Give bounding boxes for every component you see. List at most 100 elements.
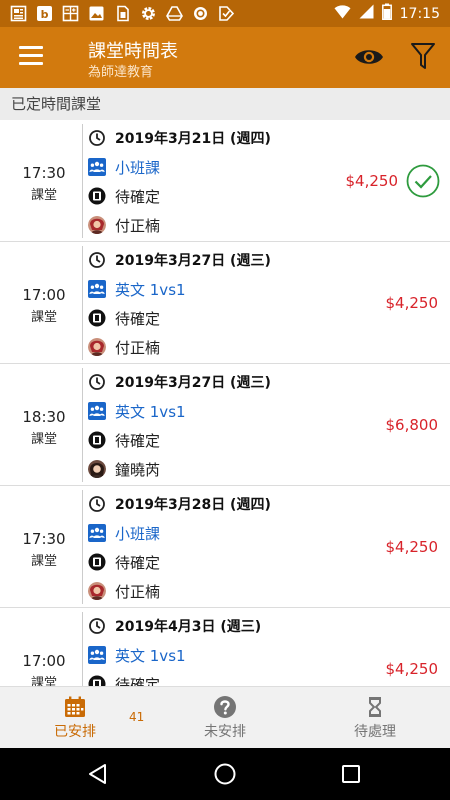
session-row[interactable]: 17:00 課堂 2019年3月27日 (週三) 英文 1vs1 待確定 付正楠… [0, 242, 450, 364]
sim-icon [114, 5, 131, 22]
session-list[interactable]: 17:30 課堂 2019年3月21日 (週四) 小班課 待確定 付正楠 $4,… [0, 120, 450, 686]
circle-icon [192, 5, 209, 22]
page-subtitle: 為師達教育 [88, 65, 154, 80]
pending-icon [88, 187, 106, 205]
session-row[interactable]: 17:30 課堂 2019年3月21日 (週四) 小班課 待確定 付正楠 $4,… [0, 120, 450, 242]
hourglass-icon [363, 695, 387, 719]
avatar [88, 338, 106, 356]
divider [82, 490, 83, 604]
pending-icon [88, 675, 106, 686]
divider [82, 612, 83, 686]
session-status: 待確定 [115, 187, 161, 206]
course-name[interactable]: 小班課 [115, 523, 160, 544]
session-kind: 課堂 [30, 188, 57, 203]
page-title: 課堂時間表 [88, 41, 178, 62]
clock-time: 17:15 [399, 5, 440, 22]
session-row[interactable]: 18:30 課堂 2019年3月27日 (週三) 英文 1vs1 待確定 鐘曉芮… [0, 364, 450, 486]
session-date: 2019年3月21日 (週四) [115, 131, 271, 147]
news-icon [10, 5, 27, 22]
class-group-icon [88, 524, 106, 542]
session-kind: 課堂 [30, 310, 57, 325]
clock-icon [88, 617, 106, 635]
battery-icon [381, 3, 392, 24]
session-row[interactable]: 17:30 課堂 2019年3月28日 (週四) 小班課 待確定 付正楠 $4,… [0, 486, 450, 608]
course-name[interactable]: 英文 1vs1 [115, 401, 186, 422]
session-date: 2019年3月27日 (週三) [115, 253, 271, 269]
confirmed-check-icon[interactable] [406, 164, 440, 198]
calendar-icon [63, 695, 87, 719]
pending-icon [88, 431, 106, 449]
home-button[interactable] [213, 762, 237, 790]
back-button[interactable] [87, 763, 109, 789]
clock-icon [88, 373, 106, 391]
pending-icon [88, 553, 106, 571]
session-price: $4,250 [345, 172, 399, 190]
recents-button[interactable] [341, 764, 361, 788]
help-icon [213, 695, 237, 719]
system-nav-bar [0, 748, 450, 800]
menu-button[interactable] [19, 46, 43, 68]
class-group-icon [88, 402, 106, 420]
count-badge: 41 [129, 710, 145, 724]
eye-icon [355, 50, 383, 64]
session-status: 待確定 [115, 553, 161, 572]
teacher-name: 付正楠 [115, 338, 161, 357]
session-date: 2019年3月28日 (週四) [115, 497, 271, 513]
b-box-icon: b [36, 5, 53, 22]
teacher-name: 鐘曉芮 [115, 460, 161, 479]
tab-label: 待處理 [354, 724, 396, 740]
wifi-icon [334, 4, 351, 23]
clock-icon [88, 129, 106, 147]
session-price: $4,250 [385, 660, 439, 678]
calculator-icon [62, 5, 79, 22]
session-time: 17:30 [22, 164, 66, 182]
status-bar: b 17:15 [0, 0, 450, 27]
avatar [88, 216, 106, 234]
avatar [88, 582, 106, 600]
session-time: 17:00 [22, 652, 66, 670]
notification-icons: b [0, 5, 235, 22]
session-status: 待確定 [115, 675, 161, 687]
svg-text:b: b [41, 8, 49, 21]
teacher-name: 付正楠 [115, 582, 161, 601]
divider [82, 368, 83, 482]
avatar [88, 460, 106, 478]
bottom-nav: 已安排 41 未安排 待處理 [0, 686, 450, 748]
session-price: $6,800 [385, 416, 439, 434]
check-badge-icon [218, 5, 235, 22]
session-kind: 課堂 [30, 554, 57, 569]
divider [82, 246, 83, 360]
clock-icon [88, 251, 106, 269]
session-time: 18:30 [22, 408, 66, 426]
course-name[interactable]: 英文 1vs1 [115, 279, 186, 300]
divider [82, 124, 83, 238]
filter-icon [411, 43, 435, 69]
session-time: 17:00 [22, 286, 66, 304]
settings-icon [140, 5, 157, 22]
session-kind: 課堂 [30, 432, 57, 447]
session-date: 2019年4月3日 (週三) [115, 619, 262, 635]
recents-icon [342, 765, 360, 783]
session-date: 2019年3月27日 (週三) [115, 375, 271, 391]
clock-icon [88, 495, 106, 513]
back-icon [89, 764, 106, 784]
signal-icon [359, 4, 374, 23]
class-group-icon [88, 158, 106, 176]
tab-unscheduled[interactable]: 未安排 [150, 687, 300, 749]
tab-label: 已安排 [54, 724, 96, 740]
course-name[interactable]: 小班課 [115, 157, 160, 178]
image-icon [88, 5, 105, 22]
teacher-name: 付正楠 [115, 216, 161, 235]
tab-label: 未安排 [204, 724, 246, 740]
app-bar: 課堂時間表 為師達教育 [0, 27, 450, 88]
filter-button[interactable] [410, 41, 436, 71]
tab-scheduled[interactable]: 已安排 [0, 687, 150, 749]
session-price: $4,250 [385, 538, 439, 556]
session-price: $4,250 [385, 294, 439, 312]
visibility-button[interactable] [354, 43, 384, 71]
session-row[interactable]: 17:00 課堂 2019年4月3日 (週三) 英文 1vs1 待確定 $4,2… [0, 608, 450, 686]
course-name[interactable]: 英文 1vs1 [115, 645, 186, 666]
menu-icon [19, 46, 43, 49]
tab-pending[interactable]: 待處理 [300, 687, 450, 749]
section-header: 已定時間課堂 [0, 88, 450, 120]
